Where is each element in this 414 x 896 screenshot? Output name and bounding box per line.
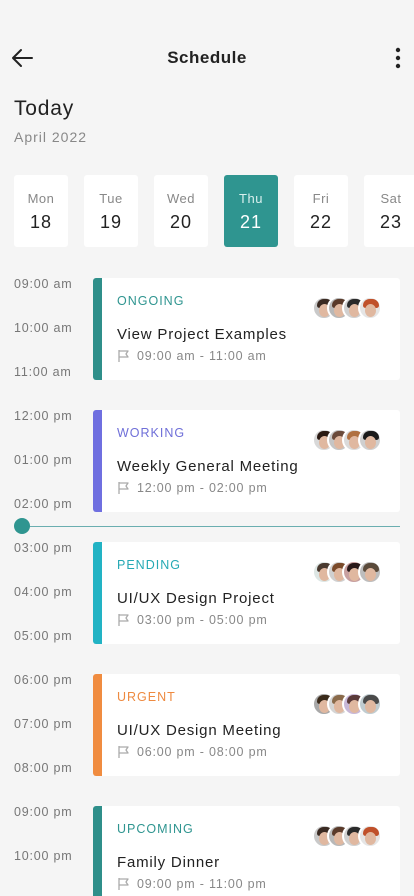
- time-label: 01:00 pm: [14, 453, 73, 467]
- event-color-bar: [93, 542, 102, 644]
- time-label: 05:00 pm: [14, 629, 73, 643]
- event-title: Weekly General Meeting: [117, 458, 299, 475]
- event-color-bar: [93, 278, 102, 380]
- day-fri[interactable]: Fri 22: [294, 175, 348, 247]
- time-label: 07:00 pm: [14, 717, 73, 731]
- event-title: View Project Examples: [117, 326, 287, 343]
- attendee-avatars: [312, 560, 382, 584]
- day-sat[interactable]: Sat 23: [364, 175, 414, 247]
- time-label: 02:00 pm: [14, 497, 73, 511]
- day-number: 23: [379, 212, 403, 232]
- avatar: [358, 296, 382, 320]
- day-name: Thu: [239, 191, 263, 206]
- day-number: 18: [29, 212, 53, 232]
- time-label: 10:00 am: [14, 321, 73, 335]
- event-time: 03:00 pm - 05:00 pm: [137, 613, 268, 627]
- attendee-avatars: [312, 296, 382, 320]
- flag-icon: [118, 350, 129, 362]
- day-number: 22: [309, 212, 333, 232]
- event-time: 12:00 pm - 02:00 pm: [137, 481, 268, 495]
- event-card-upcoming[interactable]: UPCOMING Family Dinner 09:00 pm - 11:00 …: [93, 806, 400, 896]
- event-title: UI/UX Design Meeting: [117, 722, 282, 739]
- time-label: 12:00 pm: [14, 409, 73, 423]
- flag-icon: [118, 482, 129, 494]
- event-status: PENDING: [117, 558, 181, 572]
- day-name: Tue: [99, 191, 123, 206]
- day-name: Sat: [380, 191, 402, 206]
- time-label: 03:00 pm: [14, 541, 73, 555]
- more-options-icon[interactable]: [390, 45, 406, 71]
- event-time: 09:00 pm - 11:00 pm: [137, 877, 267, 891]
- day-number: 20: [169, 212, 193, 232]
- app-header: Schedule: [0, 0, 414, 110]
- day-tue[interactable]: Tue 19: [84, 175, 138, 247]
- event-title: UI/UX Design Project: [117, 590, 275, 607]
- time-label: 08:00 pm: [14, 761, 73, 775]
- event-card-ongoing[interactable]: ONGOING View Project Examples 09:00 am -…: [93, 278, 400, 380]
- flag-icon: [118, 614, 129, 626]
- event-time: 06:00 pm - 08:00 pm: [137, 745, 268, 759]
- attendee-avatars: [312, 428, 382, 452]
- avatar: [358, 560, 382, 584]
- flag-icon: [118, 746, 129, 758]
- avatar: [358, 824, 382, 848]
- day-mon[interactable]: Mon 18: [14, 175, 68, 247]
- attendee-avatars: [312, 692, 382, 716]
- event-time: 09:00 am - 11:00 am: [137, 349, 267, 363]
- current-time-dot: [14, 518, 30, 534]
- avatar: [358, 692, 382, 716]
- event-card-working[interactable]: WORKING Weekly General Meeting 12:00 pm …: [93, 410, 400, 512]
- time-label: 09:00 am: [14, 277, 73, 291]
- event-color-bar: [93, 806, 102, 896]
- page-title: Schedule: [167, 48, 247, 67]
- time-label: 10:00 pm: [14, 849, 73, 863]
- day-name: Fri: [312, 191, 330, 206]
- day-name: Mon: [27, 191, 55, 206]
- time-label: 06:00 pm: [14, 673, 73, 687]
- time-label: 04:00 pm: [14, 585, 73, 599]
- flag-icon: [118, 878, 129, 890]
- event-title: Family Dinner: [117, 854, 220, 871]
- event-status: URGENT: [117, 690, 176, 704]
- event-card-urgent[interactable]: URGENT UI/UX Design Meeting 06:00 pm - 0…: [93, 674, 400, 776]
- current-time-line: [22, 526, 400, 527]
- avatar: [358, 428, 382, 452]
- day-number: 21: [239, 212, 263, 232]
- event-card-pending[interactable]: PENDING UI/UX Design Project 03:00 pm - …: [93, 542, 400, 644]
- event-color-bar: [93, 674, 102, 776]
- event-status: UPCOMING: [117, 822, 194, 836]
- day-wed[interactable]: Wed 20: [154, 175, 208, 247]
- day-number: 19: [99, 212, 123, 232]
- time-label: 09:00 pm: [14, 805, 73, 819]
- event-color-bar: [93, 410, 102, 512]
- month-label: April 2022: [14, 129, 88, 145]
- day-thu-selected[interactable]: Thu 21: [224, 175, 278, 247]
- time-label: 11:00 am: [14, 365, 72, 379]
- event-status: ONGOING: [117, 294, 185, 308]
- date-strip: Mon 18 Tue 19 Wed 20 Thu 21 Fri 22 Sat 2…: [14, 175, 414, 247]
- today-heading: Today: [14, 97, 75, 120]
- attendee-avatars: [312, 824, 382, 848]
- event-status: WORKING: [117, 426, 186, 440]
- day-name: Wed: [167, 191, 195, 206]
